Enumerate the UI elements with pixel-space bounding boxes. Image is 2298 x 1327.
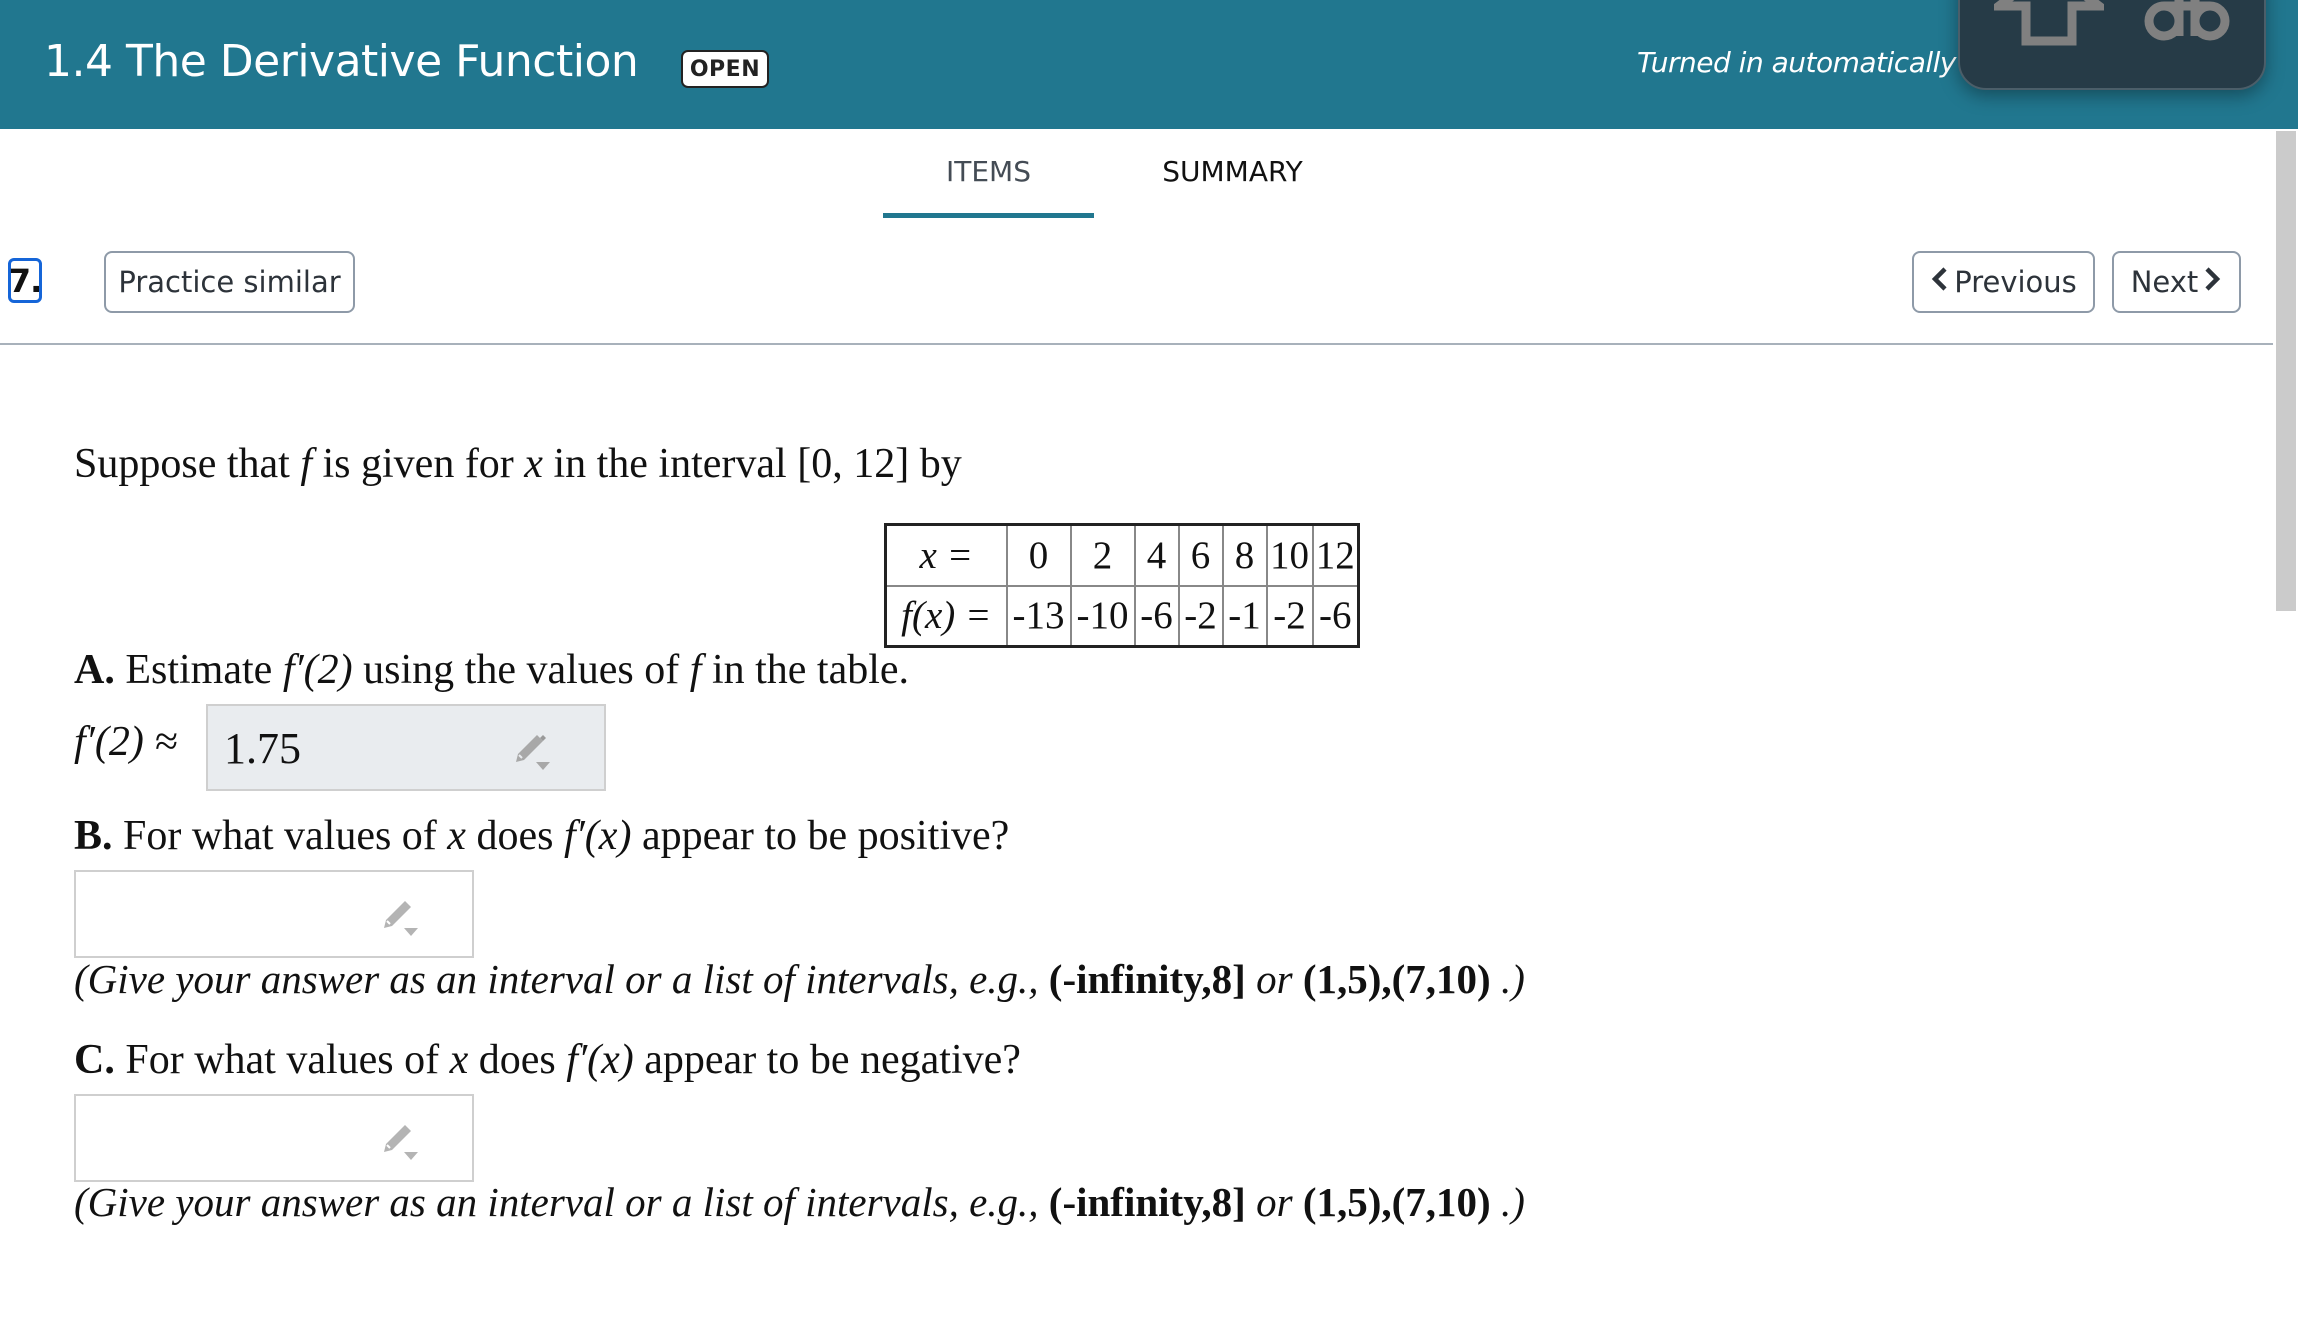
x-value: 10 bbox=[1265, 523, 1314, 587]
assignment-header: 1.4 The Derivative Function OPEN Turned … bbox=[0, 0, 2298, 129]
fx-value: -2 bbox=[1265, 584, 1314, 648]
hint-text: .) bbox=[1490, 956, 1525, 1002]
fx-value: -2 bbox=[1177, 584, 1224, 648]
hint-text: (Give your answer as an interval or a li… bbox=[74, 956, 1049, 1002]
x-label: x = bbox=[884, 523, 1008, 587]
fx-value: -6 bbox=[1311, 584, 1360, 648]
prompt-text: does bbox=[468, 1037, 567, 1083]
hint-example: (1,5),(7,10) bbox=[1302, 956, 1491, 1002]
item-number[interactable]: 7. bbox=[8, 258, 42, 303]
tab-items[interactable]: ITEMS bbox=[883, 155, 1094, 188]
fx-value: -1 bbox=[1221, 584, 1268, 648]
part-letter: C. bbox=[74, 1037, 115, 1083]
prompt-text: Estimate bbox=[114, 647, 283, 693]
prompt-text: does bbox=[465, 813, 564, 859]
x-value: 12 bbox=[1311, 523, 1360, 587]
prompt-text: For what values of bbox=[112, 813, 448, 859]
fx-value: -10 bbox=[1069, 584, 1136, 648]
hint-text: or bbox=[1245, 956, 1303, 1002]
part-c-hint: (Give your answer as an interval or a li… bbox=[74, 1178, 1525, 1226]
status-badge: OPEN bbox=[681, 50, 769, 88]
prompt-text: in the table. bbox=[701, 647, 910, 693]
fx-value: -6 bbox=[1133, 584, 1180, 648]
active-tab-indicator bbox=[883, 213, 1094, 218]
math-fprime-x: f′(x) bbox=[566, 1037, 634, 1083]
x-value: 4 bbox=[1133, 523, 1180, 587]
table-row-fx: f(x) = -13 -10 -6 -2 -1 -2 -6 bbox=[884, 584, 1360, 648]
part-c-answer-input[interactable] bbox=[74, 1094, 474, 1182]
x-value: 0 bbox=[1005, 523, 1072, 587]
pencil-edit-icon[interactable] bbox=[380, 1122, 424, 1162]
next-button[interactable]: Next bbox=[2112, 251, 2241, 313]
table-row-x: x = 0 2 4 6 8 10 12 bbox=[884, 523, 1360, 587]
pencil-edit-icon[interactable] bbox=[512, 732, 556, 772]
x-value: 6 bbox=[1177, 523, 1224, 587]
x-value: 2 bbox=[1069, 523, 1136, 587]
previous-button[interactable]: Previous bbox=[1912, 251, 2095, 313]
previous-label: Previous bbox=[1954, 265, 2077, 299]
prompt-text: using the values of bbox=[352, 647, 690, 693]
math-fprime-2: f′(2) bbox=[282, 647, 353, 693]
tab-summary[interactable]: SUMMARY bbox=[1130, 155, 1335, 188]
intro-text: in the interval bbox=[542, 441, 798, 487]
part-a-answer-value: 1.75 bbox=[224, 724, 301, 773]
hint-text: or bbox=[1245, 1179, 1303, 1225]
next-label: Next bbox=[2130, 265, 2199, 299]
intro-text: Suppose that bbox=[74, 441, 301, 487]
assignment-title: 1.4 The Derivative Function bbox=[44, 36, 639, 87]
part-c-prompt: C. For what values of x does f′(x) appea… bbox=[74, 1036, 1021, 1084]
x-value: 8 bbox=[1221, 523, 1268, 587]
fx-value: -13 bbox=[1005, 584, 1072, 648]
part-b-hint: (Give your answer as an interval or a li… bbox=[74, 955, 1525, 1003]
part-a-answer-input[interactable]: 1.75 bbox=[206, 704, 606, 791]
hint-example: (1,5),(7,10) bbox=[1302, 1179, 1491, 1225]
hint-example: (-infinity,8] bbox=[1048, 956, 1246, 1002]
math-f: f bbox=[300, 441, 312, 487]
function-values-table: x = 0 2 4 6 8 10 12 f(x) = -13 -10 -6 -2… bbox=[884, 523, 1360, 648]
math-x: x bbox=[449, 1037, 469, 1083]
part-letter: B. bbox=[74, 813, 113, 859]
hint-text: (Give your answer as an interval or a li… bbox=[74, 1179, 1049, 1225]
part-b-answer-input[interactable] bbox=[74, 870, 474, 958]
practice-similar-button[interactable]: Practice similar bbox=[104, 251, 355, 313]
turned-in-status: Turned in automatically bbox=[1636, 46, 1957, 79]
scrollbar-thumb[interactable] bbox=[2276, 131, 2296, 611]
intro-text: is given for bbox=[312, 441, 525, 487]
pencil-edit-icon[interactable] bbox=[380, 898, 424, 938]
fx-label: f(x) = bbox=[884, 584, 1008, 648]
part-a-answer-label: f′(2) ≈ bbox=[74, 719, 178, 765]
divider bbox=[0, 343, 2273, 345]
chevron-left-icon bbox=[1930, 265, 1948, 300]
math-interval: [0, 12] bbox=[797, 441, 910, 487]
question-intro: Suppose that f is given for x in the int… bbox=[74, 440, 962, 488]
hint-text: .) bbox=[1490, 1179, 1525, 1225]
keystroke-overlay bbox=[1958, 0, 2266, 90]
math-f: f bbox=[689, 647, 702, 693]
prompt-text: For what values of bbox=[114, 1037, 450, 1083]
hint-example: (-infinity,8] bbox=[1048, 1179, 1246, 1225]
prompt-text: appear to be positive? bbox=[631, 813, 1010, 859]
math-fprime-x: f′(x) bbox=[563, 813, 632, 859]
prompt-text: appear to be negative? bbox=[633, 1037, 1021, 1083]
chevron-right-icon bbox=[2204, 265, 2222, 300]
math-x: x bbox=[524, 441, 543, 487]
command-key-icon bbox=[2144, 0, 2230, 46]
math-x: x bbox=[447, 813, 466, 859]
shift-key-icon bbox=[1994, 0, 2104, 46]
intro-text: by bbox=[909, 441, 962, 487]
part-b-prompt: B. For what values of x does f′(x) appea… bbox=[74, 812, 1009, 860]
part-a-prompt: A. Estimate f′(2) using the values of f … bbox=[74, 646, 909, 694]
part-letter: A. bbox=[74, 647, 115, 693]
